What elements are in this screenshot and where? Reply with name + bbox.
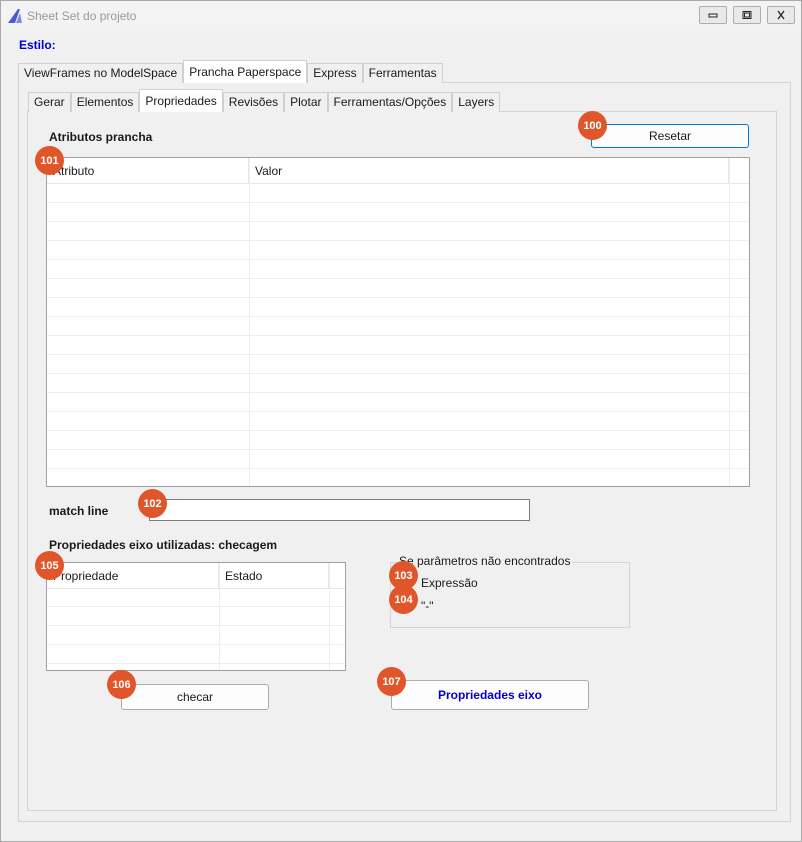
tab-ferramentas[interactable]: Ferramentas bbox=[362, 63, 443, 83]
tab-gerar[interactable]: Gerar bbox=[28, 92, 71, 112]
grid-row-line bbox=[47, 606, 345, 607]
match-line-label: match line bbox=[49, 504, 109, 518]
tab-prancha-paperspace[interactable]: Prancha Paperspace bbox=[183, 60, 308, 83]
badge-104: 104 bbox=[389, 585, 418, 614]
tab-elementos[interactable]: Elementos bbox=[70, 92, 140, 112]
option-expressao[interactable]: Expressão bbox=[421, 576, 478, 590]
checagem-grid[interactable]: Propriedade Estado bbox=[46, 562, 346, 671]
grid-row-line bbox=[47, 240, 749, 241]
sub-tabs: Gerar Elementos Propriedades Revisões Pl… bbox=[28, 89, 501, 112]
grid-row-line bbox=[47, 354, 749, 355]
app-icon bbox=[8, 9, 22, 23]
grid-row-line bbox=[47, 202, 749, 203]
grid-row-line bbox=[47, 644, 345, 645]
checagem-title: Propriedades eixo utilizadas: checagem bbox=[49, 538, 278, 552]
grid-row-line bbox=[47, 430, 749, 431]
badge-106: 106 bbox=[107, 670, 136, 699]
tab-plotar[interactable]: Plotar bbox=[284, 92, 328, 112]
grid-row-line bbox=[47, 316, 749, 317]
grid-row-line bbox=[47, 221, 749, 222]
propriedades-eixo-button[interactable]: Propriedades eixo bbox=[391, 680, 589, 710]
option-dash[interactable]: "-" bbox=[421, 599, 434, 613]
atributos-title: Atributos prancha bbox=[49, 130, 153, 144]
tab-revisoes[interactable]: Revisões bbox=[222, 92, 285, 112]
badge-101: 101 bbox=[35, 146, 64, 175]
grid-row-line bbox=[47, 625, 345, 626]
maximize-icon bbox=[742, 11, 752, 19]
grid-row-line bbox=[47, 449, 749, 450]
grid-divider bbox=[219, 563, 220, 670]
column-header-estado[interactable]: Estado bbox=[219, 563, 329, 589]
grid-row-line bbox=[47, 411, 749, 412]
grid-divider bbox=[249, 158, 250, 486]
atributos-grid[interactable]: Atributo Valor bbox=[46, 157, 750, 487]
close-icon bbox=[777, 10, 785, 20]
atributos-grid-header: Atributo Valor bbox=[47, 158, 749, 184]
tab-express[interactable]: Express bbox=[307, 63, 363, 83]
grid-row-line bbox=[47, 373, 749, 374]
checar-button[interactable]: checar bbox=[121, 684, 269, 710]
column-header-atributo[interactable]: Atributo bbox=[47, 158, 249, 184]
column-header-valor[interactable]: Valor bbox=[249, 158, 729, 184]
grid-row-line bbox=[47, 663, 345, 664]
minimize-icon bbox=[708, 13, 718, 18]
main-tabs: ViewFrames no ModelSpace Prancha Papersp… bbox=[18, 60, 443, 83]
grid-row-line bbox=[47, 278, 749, 279]
badge-102: 102 bbox=[138, 489, 167, 518]
grid-divider bbox=[329, 563, 330, 670]
badge-105: 105 bbox=[35, 551, 64, 580]
maximize-button[interactable] bbox=[733, 6, 761, 24]
estilo-label: Estilo: bbox=[19, 38, 56, 52]
tab-layers[interactable]: Layers bbox=[452, 92, 501, 112]
column-header-propriedade[interactable]: Propriedade bbox=[47, 563, 219, 589]
tab-viewframes[interactable]: ViewFrames no ModelSpace bbox=[18, 63, 184, 83]
not-found-legend: Se parâmetros não encontrados bbox=[397, 554, 573, 568]
grid-row-line bbox=[47, 392, 749, 393]
grid-row-line bbox=[47, 297, 749, 298]
grid-row-line bbox=[47, 468, 749, 469]
badge-107: 107 bbox=[377, 667, 406, 696]
main-window: Sheet Set do projeto Estilo: ViewFrames … bbox=[0, 0, 802, 842]
minimize-button[interactable] bbox=[699, 6, 727, 24]
not-found-groupbox bbox=[390, 562, 630, 628]
tab-propriedades[interactable]: Propriedades bbox=[139, 89, 223, 112]
window-title: Sheet Set do projeto bbox=[27, 9, 137, 23]
title-bar: Sheet Set do projeto bbox=[1, 1, 801, 31]
grid-row-line bbox=[47, 335, 749, 336]
grid-divider bbox=[729, 158, 730, 486]
reset-button[interactable]: Resetar bbox=[591, 124, 749, 148]
tab-ferramentas-opcoes[interactable]: Ferramentas/Opções bbox=[327, 92, 453, 112]
checagem-grid-header: Propriedade Estado bbox=[47, 563, 345, 589]
match-line-input[interactable] bbox=[149, 499, 530, 521]
badge-100: 100 bbox=[578, 111, 607, 140]
grid-row-line bbox=[47, 259, 749, 260]
close-button[interactable] bbox=[767, 6, 795, 24]
